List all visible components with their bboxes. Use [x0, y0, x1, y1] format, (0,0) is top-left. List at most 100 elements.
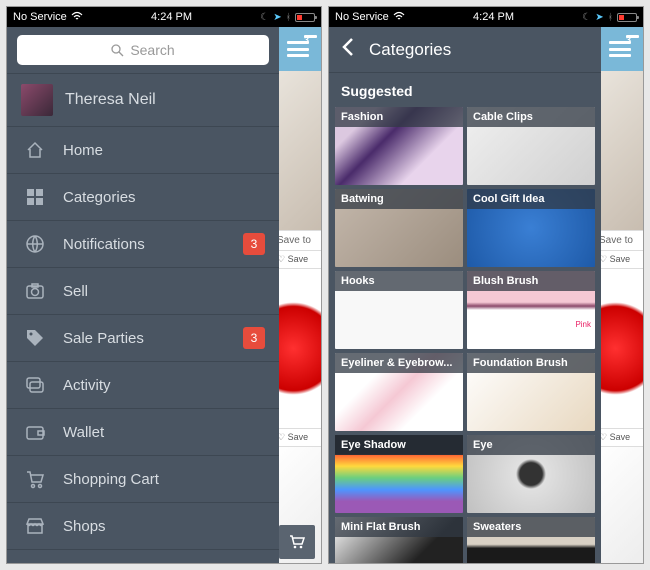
menu-item-shops[interactable]: Shops [7, 503, 279, 550]
product-thumb[interactable] [597, 447, 643, 564]
tile-label: Sweaters [467, 517, 595, 537]
side-drawer: Search Theresa Neil Home Categories Noti… [7, 27, 279, 563]
product-thumb[interactable] [275, 71, 321, 231]
menu-item-cart[interactable]: Shopping Cart [7, 456, 279, 503]
search-icon [111, 44, 124, 57]
tile-label: Eye Shadow [335, 435, 463, 455]
tile-label: Foundation Brush [467, 353, 595, 373]
carrier-text: No Service [13, 11, 67, 23]
app-header-peek: 3 [597, 27, 643, 71]
menu-item-sell[interactable]: Sell [7, 268, 279, 315]
dnd-moon-icon: ☾ [260, 12, 269, 23]
category-tile-fashion[interactable]: Fashion [335, 107, 463, 185]
tile-label: Fashion [335, 107, 463, 127]
content-peek: 3 Save to ♡ Save ♡ Save [597, 27, 643, 563]
profile-row[interactable]: Theresa Neil [7, 74, 279, 127]
hamburger-icon[interactable]: 3 [287, 41, 309, 57]
category-tile-eye-shadow[interactable]: Eye Shadow [335, 435, 463, 513]
home-icon [25, 140, 45, 160]
menu-label: Wallet [63, 424, 104, 441]
page-title: Categories [369, 40, 451, 60]
category-tile-cool-gift[interactable]: Cool Gift Idea [467, 189, 595, 267]
hamburger-icon[interactable]: 3 [609, 41, 631, 57]
tile-tag: Pink [575, 320, 591, 329]
category-tile-eyeliner[interactable]: Eyeliner & Eyebrow... [335, 353, 463, 431]
section-title: Suggested [329, 73, 601, 107]
menu-label: Sale Parties [63, 330, 144, 347]
grid-icon [25, 187, 45, 207]
search-placeholder: Search [130, 42, 174, 58]
wifi-icon [71, 11, 83, 24]
cart-button[interactable] [279, 525, 315, 559]
notification-badge: 3 [626, 35, 639, 38]
notification-badge: 3 [304, 35, 317, 38]
save-heart[interactable]: ♡ Save [275, 251, 321, 269]
tile-label: Batwing [335, 189, 463, 209]
menu-item-invite[interactable]: Invite Friends [7, 550, 279, 563]
wallet-icon [25, 422, 45, 442]
status-bar: No Service 4:24 PM ☾ ➤ ᚼ [329, 7, 643, 27]
carrier-text: No Service [335, 11, 389, 23]
category-tile-cable-clips[interactable]: Cable Clips [467, 107, 595, 185]
location-arrow-icon: ➤ [595, 12, 603, 23]
product-thumb[interactable] [597, 71, 643, 231]
phone-right-categories: No Service 4:24 PM ☾ ➤ ᚼ 3 Save to ♡ Sav… [328, 6, 644, 564]
category-tile-hooks[interactable]: Hooks [335, 271, 463, 349]
search-input[interactable]: Search [17, 35, 269, 65]
category-tile-blush-brush[interactable]: Blush Brush Pink [467, 271, 595, 349]
location-arrow-icon: ➤ [273, 12, 281, 23]
menu-item-activity[interactable]: Activity [7, 362, 279, 409]
content-peek: 3 Save to ♡ Save ♡ Save [275, 27, 321, 563]
profile-name: Theresa Neil [65, 91, 156, 109]
category-tile-batwing[interactable]: Batwing [335, 189, 463, 267]
save-heart[interactable]: ♡ Save [597, 429, 643, 447]
tile-label: Cable Clips [467, 107, 595, 127]
categories-drawer: Categories Suggested Fashion Cable Clips… [329, 27, 601, 563]
battery-icon [617, 13, 637, 22]
save-heart[interactable]: ♡ Save [275, 429, 321, 447]
clock-text: 4:24 PM [473, 11, 514, 23]
save-heart[interactable]: ♡ Save [597, 251, 643, 269]
camera-icon [25, 281, 45, 301]
tile-label: Mini Flat Brush [335, 517, 463, 537]
save-to-label: Save to [275, 231, 321, 251]
product-thumb[interactable] [275, 269, 321, 429]
tile-label: Eyeliner & Eyebrow... [335, 353, 463, 373]
chat-icon [25, 375, 45, 395]
cart-icon [25, 469, 45, 489]
menu-item-home[interactable]: Home [7, 127, 279, 174]
count-badge: 3 [243, 233, 265, 255]
battery-icon [295, 13, 315, 22]
category-tile-mini-flat[interactable]: Mini Flat Brush [335, 517, 463, 563]
menu-label: Activity [63, 377, 111, 394]
product-thumb[interactable] [597, 269, 643, 429]
menu-item-categories[interactable]: Categories [7, 174, 279, 221]
menu-item-sale-parties[interactable]: Sale Parties 3 [7, 315, 279, 362]
category-grid: Fashion Cable Clips Batwing Cool Gift Id… [329, 107, 601, 563]
save-to-label: Save to [597, 231, 643, 251]
menu-label: Home [63, 142, 103, 159]
tile-label: Eye [467, 435, 595, 455]
bluetooth-icon: ᚼ [608, 12, 613, 22]
menu-label: Notifications [63, 236, 145, 253]
menu-item-notifications[interactable]: Notifications 3 [7, 221, 279, 268]
wifi-icon [393, 11, 405, 24]
shop-icon [25, 516, 45, 536]
category-tile-foundation[interactable]: Foundation Brush [467, 353, 595, 431]
back-chevron-icon[interactable] [341, 37, 355, 62]
tile-label: Blush Brush [467, 271, 595, 291]
categories-header: Categories [329, 27, 601, 73]
globe-icon [25, 234, 45, 254]
avatar [21, 84, 53, 116]
menu-label: Categories [63, 189, 136, 206]
dnd-moon-icon: ☾ [582, 12, 591, 23]
tag-icon [25, 328, 45, 348]
category-tile-eye[interactable]: Eye [467, 435, 595, 513]
tile-label: Hooks [335, 271, 463, 291]
menu-label: Shopping Cart [63, 471, 159, 488]
menu-label: Sell [63, 283, 88, 300]
phone-left-menu: No Service 4:24 PM ☾ ➤ ᚼ 3 Save to ♡ Sav… [6, 6, 322, 564]
category-tile-sweaters[interactable]: Sweaters [467, 517, 595, 563]
count-badge: 3 [243, 327, 265, 349]
menu-item-wallet[interactable]: Wallet [7, 409, 279, 456]
